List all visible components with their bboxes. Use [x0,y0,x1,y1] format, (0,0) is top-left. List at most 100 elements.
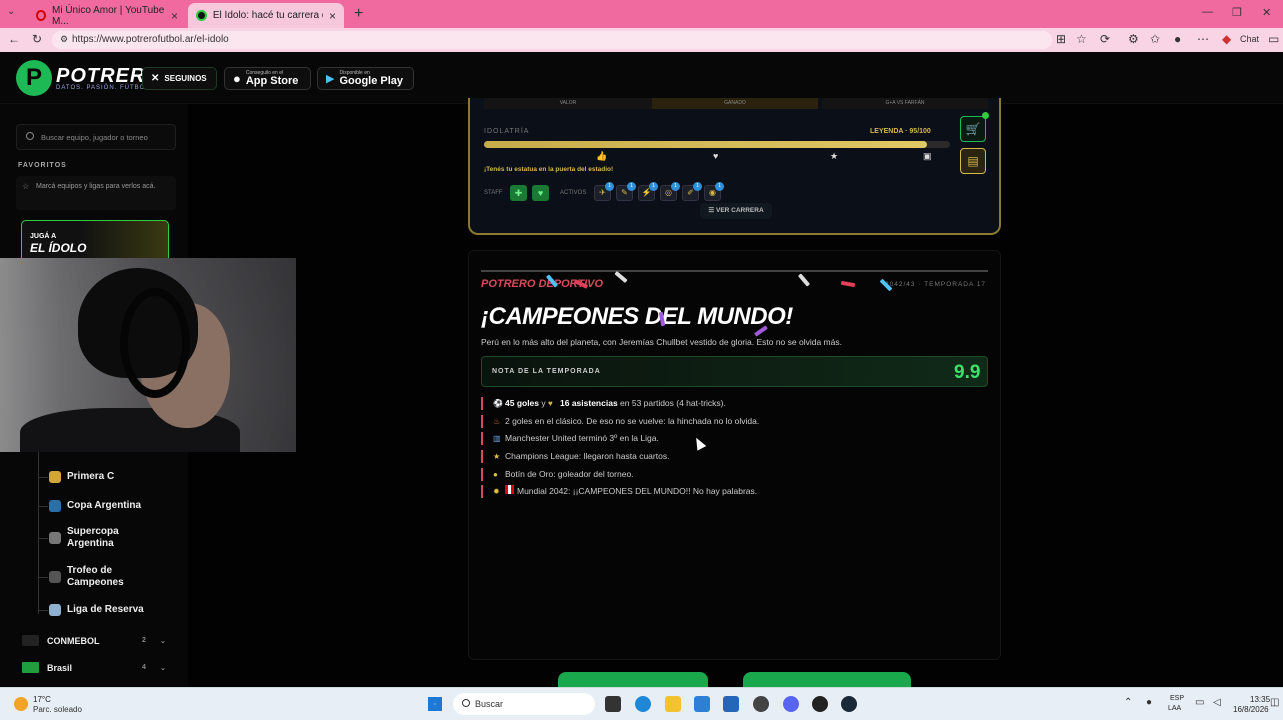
view-career-button[interactable]: ☰ VER CARRERA [700,203,772,219]
weather-sun-icon[interactable] [14,697,28,711]
tab-el-idolo[interactable]: El Ídolo: hacé tu carrera de fútbol... × [188,3,344,28]
staff-shirt-icon[interactable]: ✚ [510,185,527,201]
clock-date[interactable]: 16/8/2026 [1233,705,1269,714]
microphone-icon[interactable]: ● [1146,697,1152,708]
profile-icon[interactable]: ● [1174,32,1181,46]
app-icon[interactable] [753,696,769,712]
clock-time[interactable]: 13:35 [1250,695,1270,704]
reload-icon[interactable]: ↻ [32,32,42,46]
active-runner-icon[interactable]: ✈ 1 [594,182,614,201]
staff-heart-icon[interactable]: ♥ [532,185,549,201]
season-fact: ● Botín de Oro: goleador del torneo. [481,468,634,481]
edge-icon[interactable] [635,696,651,712]
close-icon[interactable]: × [171,9,178,23]
discord-icon[interactable] [783,696,799,712]
keyboard-layout[interactable]: LAA [1168,705,1181,712]
chevron-down-icon[interactable]: ⌄ [160,664,166,672]
tab-valor[interactable]: VALOR [484,98,652,109]
tab-ga-vs-farfan[interactable]: G+A VS FARFÁN [822,98,988,109]
google-play-big: Google Play [339,75,404,87]
support-kofi-button[interactable] [743,672,911,688]
close-icon[interactable]: × [329,9,336,23]
active-target-icon[interactable]: ◎ 1 [660,182,680,201]
sidebar-group-brasil[interactable]: Brasil 4 ⌄ [22,662,166,673]
task-view-icon[interactable] [605,696,621,712]
sidebar-item-primera-c[interactable]: Primera C [49,471,157,483]
settings-icon[interactable]: ⚙ [1128,32,1139,46]
tab-youtube[interactable]: Mi Único Amor | YouTube M... × [28,3,186,28]
sidebar-toggle-icon[interactable]: ▭ [1268,32,1279,46]
fact-rest: en 53 partidos (4 hat-tricks). [617,398,726,408]
extensions-icon[interactable]: ⟳ [1100,32,1110,46]
webcam-overlay [0,258,296,452]
sidebar-item-supercopa[interactable]: Supercopa Argentina [49,526,157,550]
sparkle-icon: ✹ [493,487,500,496]
weather-desc[interactable]: Parc. soleado [33,705,82,714]
favorite-star-icon[interactable]: ☆ [1076,32,1087,46]
site-header: P POTRERO DATOS. PASIÓN. FÚTBOL. ✕ SEGUI… [0,52,1283,104]
sidebar-item-label: Primera C [67,471,115,482]
notifications-icon[interactable]: ◫ [1270,697,1279,708]
season-divider [481,270,988,272]
chevron-down-icon[interactable]: ⌄ [160,637,166,645]
site-info-icon[interactable]: ⚙ [60,34,68,45]
badge: 1 [605,182,614,191]
active-pen-icon[interactable]: ✐ 1 [682,182,702,201]
volume-icon[interactable]: ◁ [1213,697,1221,708]
new-tab-icon[interactable]: + [354,5,363,23]
obs-icon[interactable] [812,696,828,712]
confetti [840,280,856,288]
promo-line1: JUGÁ A [30,233,57,240]
tab-ganado[interactable]: GANADO [652,98,818,109]
trophy-icon [49,532,61,544]
shop-bag-button[interactable]: ▤ [960,148,986,174]
store-icon[interactable] [723,696,739,712]
chat-label[interactable]: Chat [1240,34,1259,44]
season-subtitle: Perú en lo más alto del planeta, con Jer… [481,337,842,347]
apps-icon[interactable]: ⊞ [1056,32,1066,46]
google-play-button[interactable]: ▶ Disponible en Google Play [317,67,414,90]
more-icon[interactable]: ⋯ [1197,32,1209,46]
steam-icon[interactable] [841,696,857,712]
maximize-icon[interactable]: ❐ [1232,6,1242,19]
support-cafecito-button[interactable] [558,672,708,688]
badge: 1 [649,182,658,191]
active-bolt-icon[interactable]: ⚡ 1 [638,182,658,201]
follow-x-button[interactable]: ✕ SEGUINOS [142,67,217,90]
taskbar-search[interactable]: Buscar [453,693,595,715]
sidebar-item-copa-argentina[interactable]: Copa Argentina [49,500,157,512]
active-pill-icon[interactable]: ✎ 1 [616,182,636,201]
active-coin-icon[interactable]: ◉ 1 [704,182,724,201]
potrero-logo[interactable]: P [16,60,52,96]
url-field[interactable]: https://www.potrerofutbol.ar/el-idolo [52,31,1052,49]
back-icon[interactable]: ← [8,32,20,46]
idolatry-label: IDOLATRÍA [484,128,530,135]
statue-message: ¡Tenés tu estatua en la puerta del estad… [484,166,614,173]
tab-menu-icon[interactable]: ⌄ [7,6,15,17]
tree-branch [38,577,48,578]
sidebar-item-liga-reserva[interactable]: Liga de Reserva [49,604,157,616]
shop-cart-button[interactable]: 🛒 [960,116,986,142]
staff-label: STAFF [484,190,503,196]
close-window-icon[interactable]: ✕ [1262,6,1271,19]
weather-temp[interactable]: 17°C [33,695,51,704]
favorites-title: FAVORITOS [18,162,67,169]
cup-icon [49,500,61,512]
potrero-icon [196,10,207,21]
fact-text: Botín de Oro: goleador del torneo. [505,469,634,479]
search-icon [26,132,34,140]
network-icon[interactable]: ▭ [1195,697,1204,708]
sidebar-group-conmebol[interactable]: CONMEBOL 2 ⌄ [22,635,166,646]
minimize-icon[interactable]: — [1202,6,1213,18]
outlook-icon[interactable] [694,696,710,712]
copilot-icon[interactable]: ◆ [1222,32,1231,46]
language-indicator[interactable]: ESP [1170,695,1184,702]
file-explorer-icon[interactable] [665,696,681,712]
windows-start-icon[interactable] [428,697,442,711]
collections-icon[interactable]: ✩ [1150,32,1160,46]
sidebar-item-trofeo-campeones[interactable]: Trofeo de Campeones [49,565,157,589]
tray-chevron-icon[interactable]: ⌃ [1124,697,1132,708]
app-store-button[interactable]: ● Conseguilo en el App Store [224,67,311,90]
brand-tagline: DATOS. PASIÓN. FÚTBOL. [56,85,153,91]
sidebar-search-input[interactable]: Buscar equipo, jugador o torneo [16,124,176,150]
